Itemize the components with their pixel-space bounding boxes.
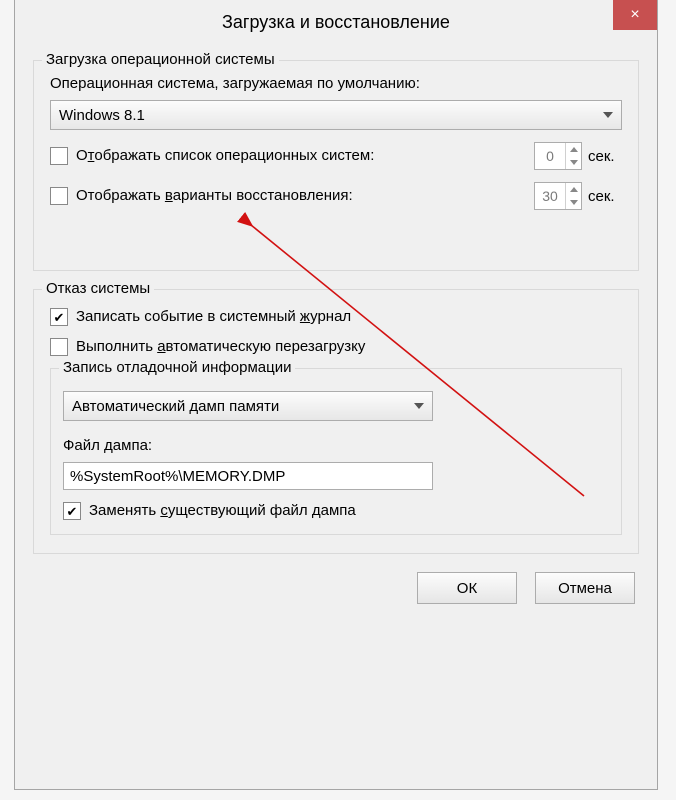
dumpfile-label: Файл дампа: bbox=[63, 437, 609, 454]
show-os-list-checkbox[interactable] bbox=[50, 147, 68, 165]
dumpfile-input[interactable]: %SystemRoot%\MEMORY.DMP bbox=[63, 462, 433, 490]
close-icon: × bbox=[630, 6, 639, 24]
default-os-select[interactable]: Windows 8.1 bbox=[50, 100, 622, 130]
ok-button[interactable]: ОК bbox=[417, 572, 517, 604]
debug-info-title: Запись отладочной информации bbox=[59, 359, 295, 376]
dump-kind-select[interactable]: Автоматический дамп памяти bbox=[63, 391, 433, 421]
show-os-list-label: Отображать список операционных систем: bbox=[76, 147, 374, 165]
seconds-unit: сек. bbox=[588, 188, 622, 205]
system-startup-group: Загрузка операционной системы Операционн… bbox=[33, 60, 639, 271]
default-os-label: Операционная система, загружаемая по умо… bbox=[50, 75, 622, 92]
default-os-value: Windows 8.1 bbox=[59, 107, 145, 124]
spinner-icon bbox=[565, 143, 581, 169]
show-recovery-checkbox[interactable] bbox=[50, 187, 68, 205]
system-failure-title: Отказ системы bbox=[42, 280, 154, 297]
debug-info-group: Запись отладочной информации Автоматичес… bbox=[50, 368, 622, 535]
show-recovery-value: 30 bbox=[535, 188, 565, 204]
dialog-title: Загрузка и восстановление bbox=[222, 12, 450, 33]
log-event-label: Записать событие в системный журнал bbox=[76, 308, 351, 326]
seconds-unit: сек. bbox=[588, 148, 622, 165]
dump-kind-value: Автоматический дамп памяти bbox=[72, 398, 279, 415]
show-os-list-stepper[interactable]: 0 bbox=[534, 142, 582, 170]
log-event-checkbox[interactable] bbox=[50, 308, 68, 326]
startup-recovery-dialog: Загрузка и восстановление × Загрузка опе… bbox=[14, 0, 658, 790]
dialog-content: Загрузка операционной системы Операционн… bbox=[15, 44, 657, 616]
show-os-list-row: Отображать список операционных систем: 0… bbox=[50, 142, 622, 170]
auto-restart-label: Выполнить автоматическую перезагрузку bbox=[76, 338, 365, 356]
show-recovery-secs: 30 сек. bbox=[534, 182, 622, 210]
close-button[interactable]: × bbox=[613, 0, 657, 30]
show-os-list-secs: 0 сек. bbox=[534, 142, 622, 170]
dumpfile-value: %SystemRoot%\MEMORY.DMP bbox=[70, 468, 285, 485]
log-event-row: Записать событие в системный журнал bbox=[50, 308, 622, 326]
chevron-down-icon bbox=[603, 112, 613, 118]
overwrite-checkbox[interactable] bbox=[63, 502, 81, 520]
auto-restart-row: Выполнить автоматическую перезагрузку bbox=[50, 338, 622, 356]
show-recovery-row: Отображать варианты восстановления: 30 с… bbox=[50, 182, 622, 210]
show-recovery-label: Отображать варианты восстановления: bbox=[76, 187, 353, 205]
auto-restart-checkbox[interactable] bbox=[50, 338, 68, 356]
spinner-icon bbox=[565, 183, 581, 209]
dialog-buttons: ОК Отмена bbox=[33, 572, 639, 604]
cancel-button[interactable]: Отмена bbox=[535, 572, 635, 604]
overwrite-row: Заменять существующий файл дампа bbox=[63, 502, 609, 520]
system-startup-title: Загрузка операционной системы bbox=[42, 51, 279, 68]
overwrite-label: Заменять существующий файл дампа bbox=[89, 502, 356, 520]
system-failure-group: Отказ системы Записать событие в системн… bbox=[33, 289, 639, 554]
titlebar: Загрузка и восстановление × bbox=[15, 0, 657, 44]
show-recovery-stepper[interactable]: 30 bbox=[534, 182, 582, 210]
show-os-list-value: 0 bbox=[535, 148, 565, 164]
chevron-down-icon bbox=[414, 403, 424, 409]
